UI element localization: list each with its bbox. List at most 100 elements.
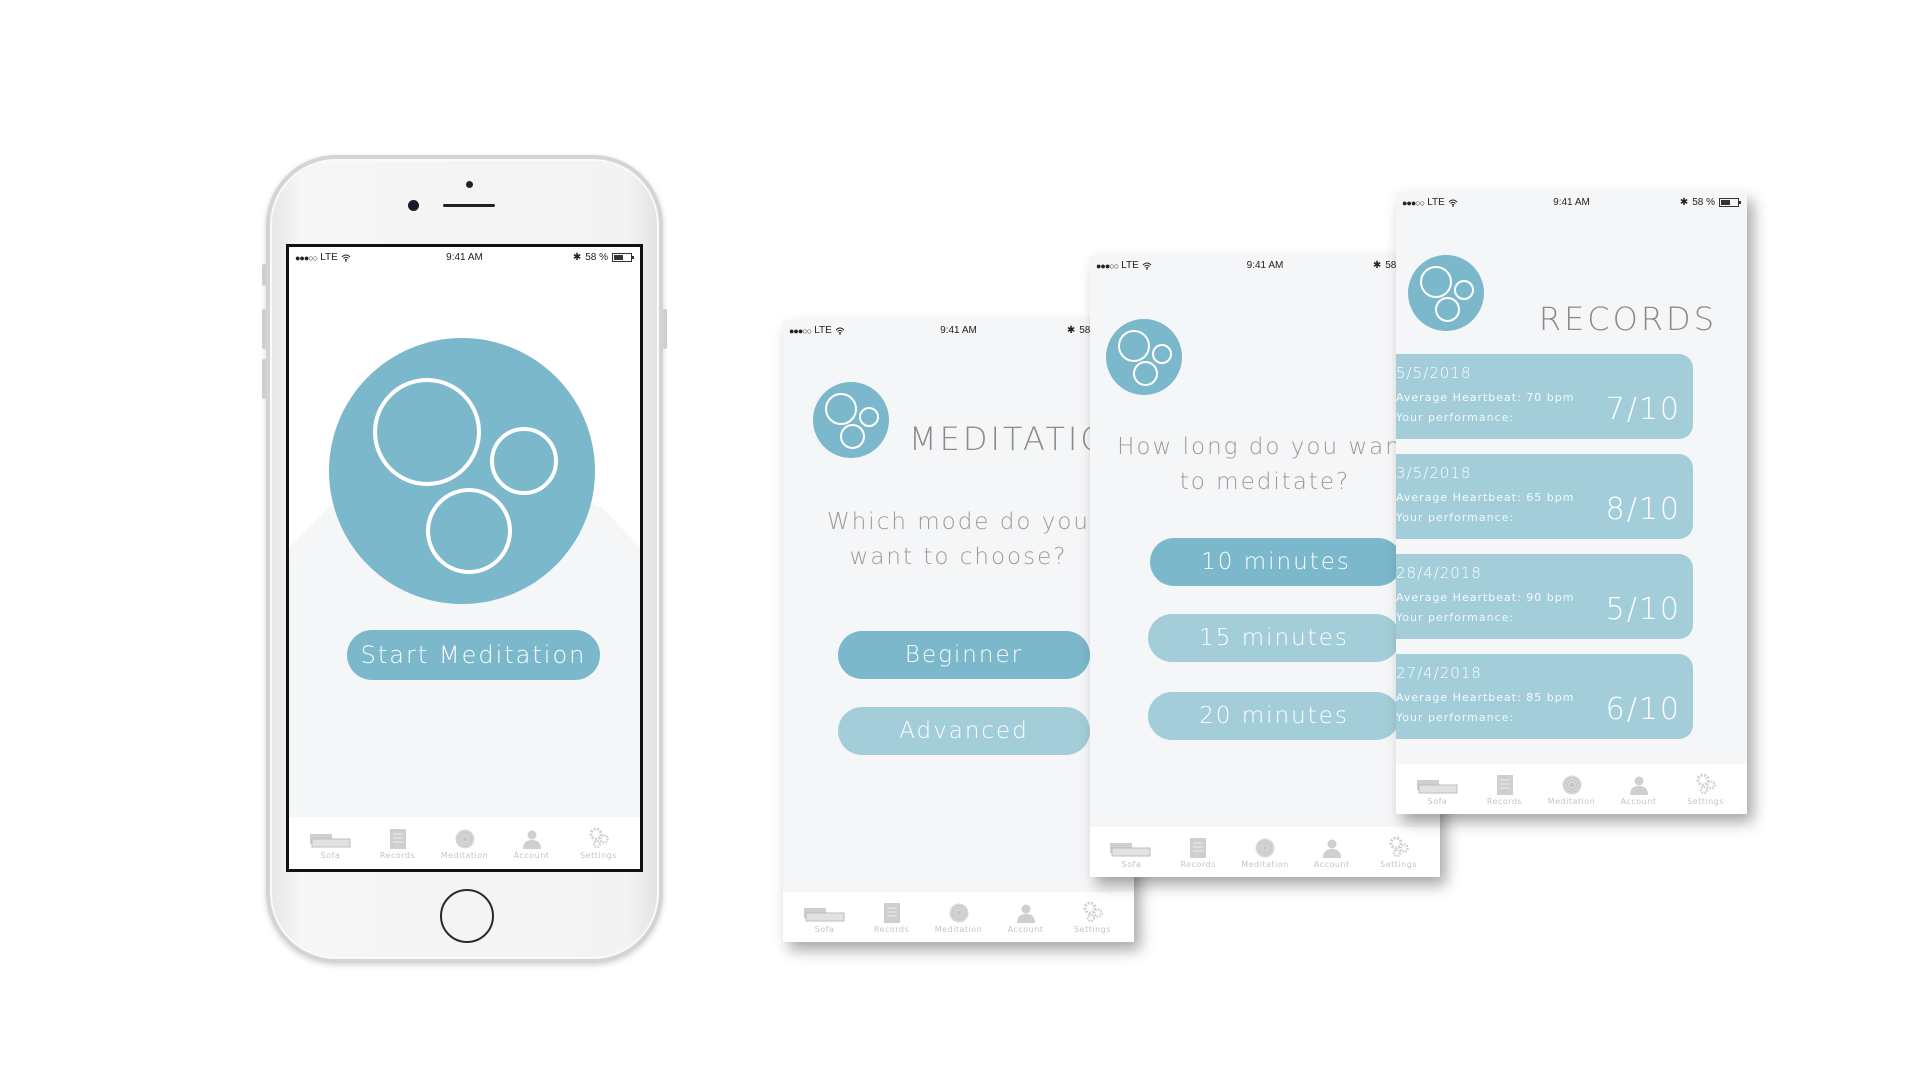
logo-ring-small	[490, 427, 558, 495]
records-icon	[389, 828, 406, 849]
record-heartbeat: Average Heartbeat: 65 bpm	[1396, 491, 1575, 504]
record-card[interactable]: 5/5/2018 Average Heartbeat: 70 bpm Your …	[1396, 354, 1693, 439]
tab-label: Meditation	[1241, 859, 1289, 869]
tab-label: Records	[873, 924, 910, 934]
status-bar: ●●●○○ LTE 9:41 AM ✱ 58 %	[289, 247, 640, 269]
settings-icon	[1389, 836, 1409, 857]
tab-bar: Sofa Records Meditation Account Settings	[783, 892, 1134, 942]
tab-meditation[interactable]: Meditation	[1542, 773, 1602, 806]
record-score: 8/10	[1605, 492, 1681, 527]
tab-label: Account	[1007, 924, 1044, 934]
tab-sofa[interactable]: Sofa	[301, 827, 361, 860]
question-line: How long do you want	[1117, 434, 1413, 460]
records-icon	[1190, 837, 1207, 858]
bluetooth-icon: ✱	[1372, 260, 1382, 271]
advanced-button[interactable]: Advanced	[838, 707, 1090, 755]
tab-account[interactable]: Account	[1609, 773, 1669, 806]
tab-sofa[interactable]: Sofa	[1408, 773, 1468, 806]
tab-records[interactable]: Records	[1168, 836, 1228, 869]
logo-ring-medium	[1435, 297, 1460, 322]
records-screen: ●●●○○ LTE 9:41 AM ✱ 58 % RECORDS 5/5/201…	[1396, 192, 1747, 814]
tab-records[interactable]: Records	[368, 827, 428, 860]
account-icon	[1629, 776, 1648, 795]
record-performance-label: Your performance:	[1396, 711, 1515, 724]
duration-20-button[interactable]: 20 minutes	[1148, 692, 1400, 740]
tab-records[interactable]: Records	[862, 901, 922, 934]
logo-ring-large	[1118, 330, 1150, 362]
tab-label: Sofa	[814, 924, 835, 934]
record-card[interactable]: 27/4/2018 Average Heartbeat: 85 bpm Your…	[1396, 654, 1693, 739]
power-button	[663, 309, 667, 349]
battery-percent: 58 %	[585, 252, 608, 263]
tab-meditation[interactable]: Meditation	[1235, 836, 1295, 869]
tab-label: Account	[1620, 796, 1657, 806]
tab-settings[interactable]: Settings	[1369, 836, 1429, 869]
record-date: 3/5/2018	[1396, 464, 1472, 482]
page-title: RECORDS	[1538, 300, 1717, 338]
tab-settings[interactable]: Settings	[1676, 773, 1736, 806]
meditation-icon	[949, 903, 968, 922]
mute-switch	[262, 264, 266, 286]
bluetooth-icon: ✱	[1679, 197, 1689, 208]
logo-ring-medium	[426, 488, 512, 574]
record-heartbeat: Average Heartbeat: 85 bpm	[1396, 691, 1575, 704]
bluetooth-icon: ✱	[1066, 325, 1076, 336]
record-card[interactable]: 3/5/2018 Average Heartbeat: 65 bpm Your …	[1396, 454, 1693, 539]
tab-account[interactable]: Account	[502, 827, 562, 860]
sofa-icon	[309, 833, 350, 847]
duration-10-button[interactable]: 10 minutes	[1150, 538, 1402, 586]
tab-label: Meditation	[934, 924, 983, 934]
logo-ring-large	[1420, 266, 1452, 298]
mode-selection-screen: ●●●○○ LTE 9:41 AM ✱ 58 % MEDITATION Whic…	[783, 320, 1134, 942]
home-button[interactable]	[440, 889, 494, 943]
record-date: 27/4/2018	[1396, 664, 1482, 682]
tab-settings[interactable]: Settings	[569, 827, 629, 860]
tab-sofa[interactable]: Sofa	[1101, 836, 1161, 869]
record-heartbeat: Average Heartbeat: 70 bpm	[1396, 391, 1575, 404]
start-meditation-label: Start Meditation	[360, 641, 587, 669]
tab-label: Sofa	[1427, 796, 1448, 806]
record-performance-label: Your performance:	[1396, 611, 1515, 624]
duration-15-button[interactable]: 15 minutes	[1148, 614, 1400, 662]
tab-bar: Sofa Records Meditation Account Settings	[1396, 764, 1747, 814]
logo-ring-medium	[840, 424, 865, 449]
account-icon	[522, 830, 541, 849]
status-bar: ●●●○○ LTE 9:41 AM ✱ 58 %	[1090, 255, 1440, 277]
tab-label: Records	[1180, 859, 1216, 869]
sofa-icon	[1110, 842, 1151, 856]
record-date: 5/5/2018	[1396, 364, 1472, 382]
beginner-button[interactable]: Beginner	[838, 631, 1090, 679]
tab-records[interactable]: Records	[1475, 773, 1535, 806]
logo-ring-small	[1152, 344, 1172, 364]
records-icon	[883, 902, 900, 923]
record-performance-label: Your performance:	[1396, 411, 1515, 424]
sofa-icon	[803, 907, 844, 921]
logo-ring-medium	[1133, 361, 1158, 386]
start-meditation-button[interactable]: Start Meditation	[347, 630, 600, 680]
tab-sofa[interactable]: Sofa	[795, 901, 855, 934]
question-line: want to choose?	[849, 544, 1068, 570]
earpiece-speaker	[443, 204, 495, 207]
status-bar: ●●●○○ LTE 9:41 AM ✱ 58 %	[1396, 192, 1747, 214]
meditation-icon	[1255, 838, 1275, 857]
record-score: 7/10	[1605, 392, 1681, 427]
tab-account[interactable]: Account	[1302, 836, 1362, 869]
status-bar: ●●●○○ LTE 9:41 AM ✱ 58 %	[783, 320, 1134, 342]
record-card[interactable]: 28/4/2018 Average Heartbeat: 90 bpm Your…	[1396, 554, 1693, 639]
tab-bar: Sofa Records Meditation Account Settings	[289, 817, 640, 869]
tab-bar: Sofa Records Meditation Account Settings	[1090, 827, 1440, 877]
tab-meditation[interactable]: Meditation	[929, 901, 989, 934]
advanced-label: Advanced	[899, 718, 1029, 744]
duration-selection-screen: ●●●○○ LTE 9:41 AM ✱ 58 % How long do you…	[1090, 255, 1440, 877]
tab-settings[interactable]: Settings	[1063, 901, 1123, 934]
duration-label: 10 minutes	[1201, 549, 1351, 575]
settings-icon	[589, 827, 609, 848]
tab-label: Meditation	[440, 850, 489, 860]
mode-question: Which mode do you want to choose?	[783, 505, 1134, 575]
tab-account[interactable]: Account	[996, 901, 1056, 934]
app-logo	[813, 382, 889, 458]
app-logo	[329, 338, 595, 604]
account-icon	[1322, 839, 1341, 858]
tab-meditation[interactable]: Meditation	[435, 827, 495, 860]
settings-icon	[1696, 773, 1716, 794]
